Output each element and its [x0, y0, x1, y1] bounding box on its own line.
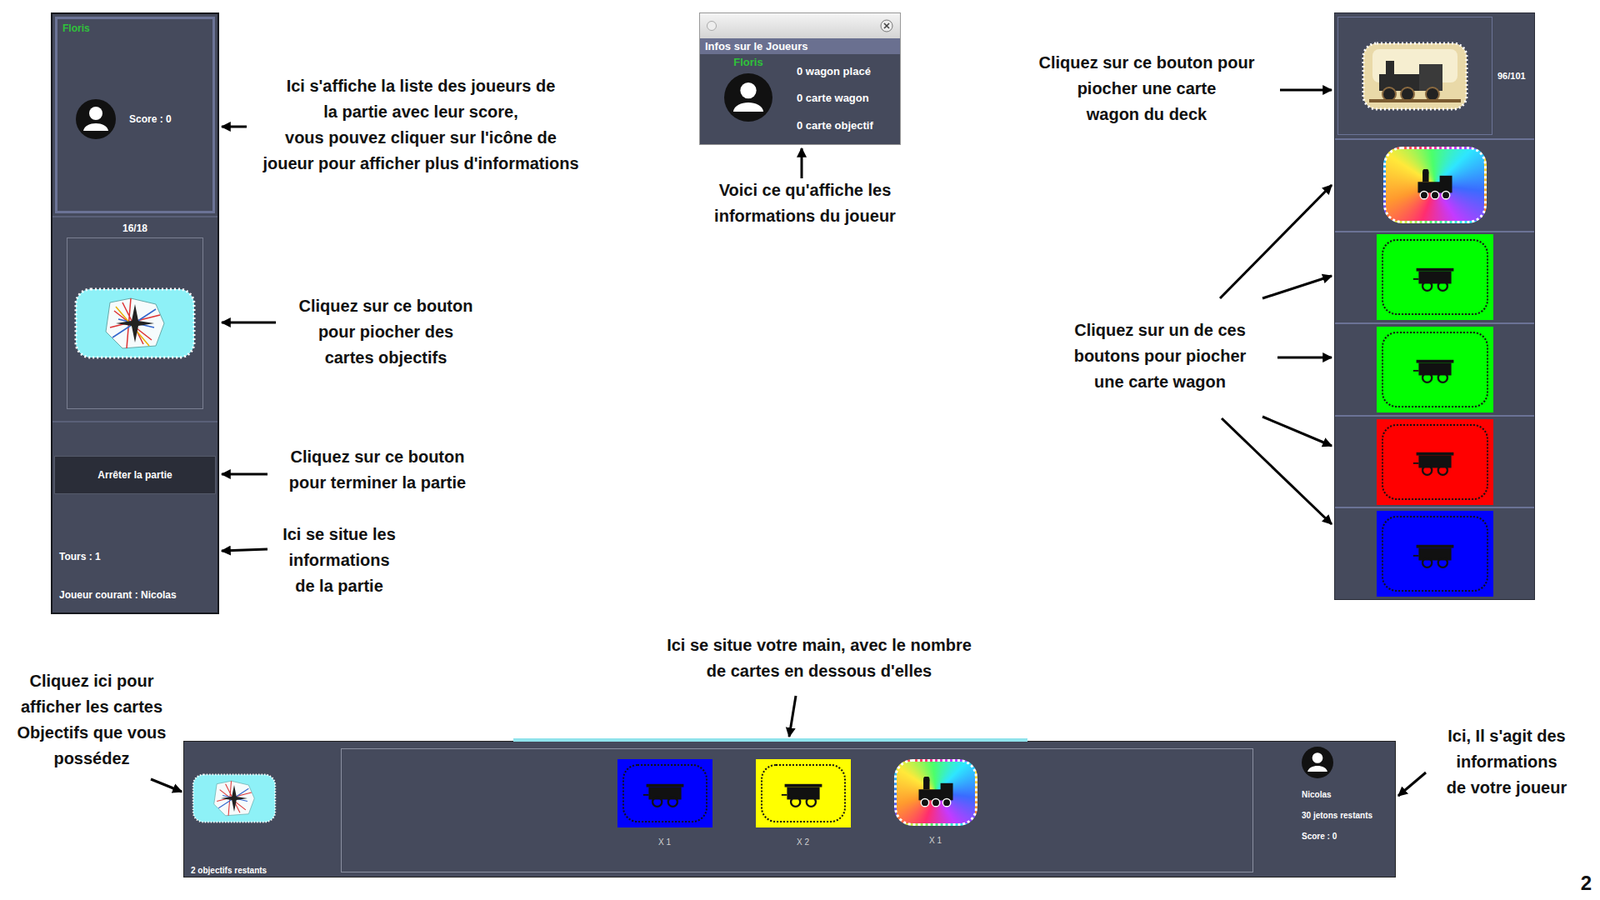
player-stat: 0 carte objectif: [796, 119, 874, 132]
card-count: X 1: [658, 837, 671, 847]
card-count: X 1: [929, 835, 942, 845]
france-map-icon: [72, 285, 198, 361]
arrow-icon: [221, 549, 268, 551]
wagon-icon: [1411, 353, 1459, 385]
wagon-card[interactable]: [1376, 510, 1494, 597]
train-icon: [1360, 40, 1470, 112]
wagon-icon: [641, 777, 689, 810]
avatar-icon[interactable]: [1301, 746, 1334, 779]
player-score: Score : 0: [1301, 831, 1395, 841]
stop-button-note: Cliquez sur ce boutonpour terminer la pa…: [289, 444, 466, 496]
hand: X 1 X 2 X 1: [340, 748, 1254, 873]
page-number: 2: [1580, 871, 1592, 895]
game-info: Tours : 1 Joueur courant : Nicolas: [52, 494, 218, 613]
player-list: Floris Score : 0: [55, 16, 215, 214]
player-info-window: Infos sur le JoueursFloris 0 wagon placé 0…: [699, 12, 901, 145]
player-stat: 0 wagon placé: [796, 65, 874, 78]
france-map-icon[interactable]: [190, 766, 278, 830]
arrow-icon: [1262, 275, 1332, 299]
arrow-icon: [789, 695, 796, 737]
card-count: X 2: [796, 837, 810, 847]
arrows: [0, 0, 1600, 900]
my-player: Nicolas 30 jetons restants Score : 0: [1253, 741, 1395, 877]
deck-count: 96/101: [1497, 70, 1526, 81]
bottom-bar: 2 objectifs restants X 1 X 2 X 1 Nicolas 30 j…: [183, 740, 1396, 878]
arrow-icon: [221, 321, 276, 325]
hand-note: Ici se situe votre main, avec le nombred…: [666, 632, 972, 685]
objective-deck-note: Cliquez sur ce boutonpour piocher descar…: [299, 293, 474, 371]
wagon-card[interactable]: [617, 759, 713, 828]
wagon-card[interactable]: [755, 759, 851, 828]
wagon-icon: [1411, 538, 1459, 570]
my-objectives-note: Cliquez ici pourafficher les cartesObjec…: [17, 668, 167, 772]
wagon-deck-button[interactable]: [1337, 16, 1493, 135]
window-menu-icon[interactable]: [706, 20, 717, 31]
player-window-note: Voici ce qu'affiche lesinformations du j…: [714, 177, 896, 230]
wagon-icon: [1411, 445, 1459, 478]
locomotive-icon: [1411, 169, 1459, 201]
hand-item: X 1: [617, 759, 713, 847]
window-titlebar[interactable]: [700, 13, 900, 39]
wagon-card[interactable]: [1376, 419, 1494, 505]
wagon-card[interactable]: [1376, 326, 1494, 413]
wagon-card[interactable]: [1376, 234, 1494, 320]
window-title: Infos sur le Joueurs: [700, 38, 900, 55]
locomotive-card[interactable]: [894, 759, 978, 826]
wagon-icon: [1411, 261, 1459, 294]
arrow-icon: [1262, 416, 1332, 446]
player-score: Score : 0: [129, 113, 172, 125]
left-panel: FlorisScore : 016/18Arrêter la partieTou…: [50, 12, 220, 615]
game-info-note: Ici se situe lesinformationsde la partie: [282, 521, 396, 600]
arrow-icon: [800, 148, 804, 179]
wagon-icon: [780, 777, 827, 810]
locomotive-card[interactable]: [1383, 146, 1487, 224]
player-name: Nicolas: [1301, 790, 1395, 800]
current-player: Joueur courant : Nicolas: [59, 589, 211, 601]
player-list-note: Ici s'affiche la liste des joueurs dela …: [262, 73, 579, 177]
player-name: Floris: [733, 55, 763, 69]
arrow-icon: [150, 779, 182, 792]
arrow-icon: [1220, 185, 1332, 299]
my-objectives: 2 objectifs restants: [184, 741, 341, 877]
face-up-cards-note: Cliquez sur un de cesboutons pour pioche…: [1074, 317, 1247, 395]
my-player-note: Ici, Il s'agit desinformationsde votre j…: [1446, 723, 1567, 801]
wagon-deck-note: Cliquez sur ce bouton pourpiocher une ca…: [1039, 50, 1255, 128]
stop-game-button[interactable]: Arrêter la partie: [54, 455, 216, 495]
close-icon[interactable]: [880, 19, 894, 33]
player-name: Floris: [62, 22, 208, 35]
player-entry: Floris Score : 0: [62, 22, 208, 140]
hand-item: X 1: [894, 759, 978, 845]
player-stat: 0 carte wagon: [796, 91, 874, 105]
objectives-remaining: 2 objectifs restants: [190, 865, 336, 875]
arrow-icon: [221, 125, 247, 129]
avatar-icon[interactable]: [75, 99, 116, 140]
draw-panel: 96/101: [1334, 12, 1535, 600]
arrow-icon: [1280, 89, 1332, 92]
arrow-icon: [221, 473, 268, 476]
help-page: FlorisScore : 016/18Arrêter la partieTou…: [0, 0, 1600, 900]
turn-count: Tours : 1: [59, 550, 211, 563]
objective-deck: 16/18: [52, 215, 218, 423]
avatar-icon: [724, 73, 773, 122]
arrow-icon: [1398, 772, 1426, 796]
objective-count: 16/18: [122, 222, 148, 235]
hand-item: X 2: [755, 759, 851, 847]
objective-deck-button[interactable]: [66, 237, 204, 410]
arrow-icon: [1221, 418, 1332, 525]
locomotive-icon: [912, 776, 960, 809]
tokens-remaining: 30 jetons restants: [1301, 810, 1395, 820]
arrow-icon: [1277, 356, 1332, 360]
